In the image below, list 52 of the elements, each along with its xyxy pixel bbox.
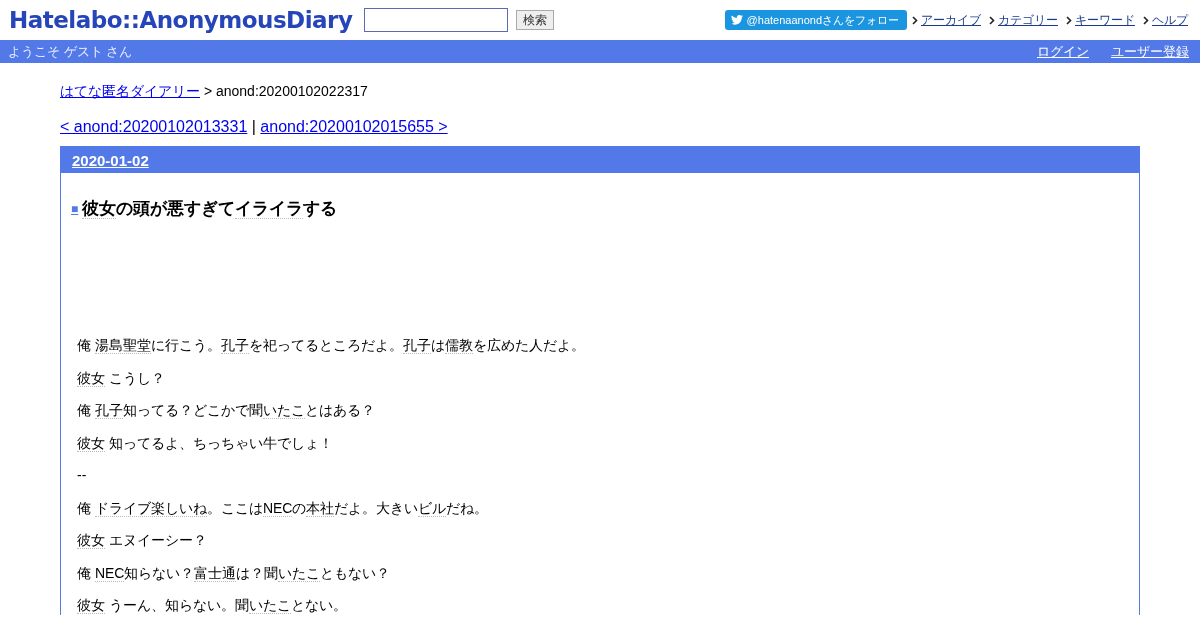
nav-link[interactable]: カテゴリー [998,11,1058,29]
keyword-link[interactable]: 富士通 [194,564,237,582]
keyword-link[interactable]: いたこ [248,597,291,614]
bird-icon [730,15,743,25]
keyword-link[interactable]: ビル [418,499,447,517]
keyword-link[interactable]: 孔子 [220,337,249,354]
dialogue-line: 俺 ドライブ楽しいね。ここはNECの本社だよ。大きい ビルだね。 [77,498,490,517]
keyword-link[interactable]: 湯島聖堂 [94,337,151,354]
dialogue-line: 彼女 知ってるよ、ちっちゃい牛でしょ！ [77,433,334,452]
keyword-link[interactable]: 彼女 [77,369,105,387]
keyword-link[interactable]: 彼女 [77,532,105,549]
previous-entry-link[interactable]: < anond:20200102013331 [60,118,248,135]
account-link[interactable]: ユーザー登録 [1111,42,1189,61]
welcome-text: ようこそ ゲスト さん [8,42,134,61]
keyword-link[interactable]: 儒教 [444,337,473,354]
nav-link[interactable]: アーカイブ [921,11,981,29]
entry-title: 彼女の頭が悪すぎてイライラする [82,198,338,220]
chevron-icon [989,15,995,25]
dialogue-line: 彼女 エヌイーシー？ [77,531,208,550]
separator: | [250,118,257,135]
keyword-link[interactable]: イライラ [235,199,304,219]
keyword-link[interactable]: NEC [94,564,125,582]
keyword-link[interactable]: 本社 [306,499,335,517]
keyword-link[interactable]: 孔子 [402,337,431,354]
dialogue-line: 俺 孔子知ってる？どこかで聞いたこ とはある？ [77,401,376,420]
chevron-icon [1143,15,1149,25]
dialogue-line: 俺 NEC知らない？富士通は？聞いたこ ともない？ [77,563,392,582]
dialogue-line: 彼女 うーん、知らない。聞いたこ とない。 [77,596,348,615]
next-entry-link[interactable]: anond:20200102015655 > [260,118,448,135]
dialogue-line: 彼女 こうし？ [77,368,166,387]
account-link[interactable]: ログイン [1037,42,1089,61]
dialogue-line: -- [77,466,88,485]
keyword-link[interactable]: 彼女 [77,434,105,452]
keyword-link[interactable]: いたこ [278,564,321,582]
keyword-link[interactable]: いたこ [262,402,305,419]
breadcrumb: はてな匿名ダイアリー > anond:20200102022317 [60,83,369,101]
search-button[interactable]: 検索 [516,10,555,30]
section-mark-link[interactable]: ■ [71,201,79,216]
nav-link[interactable]: ヘルプ [1152,11,1188,29]
site-logo[interactable]: Hatelabo::AnonymousDiary [9,7,353,33]
keyword-link[interactable]: ドライブ楽しいね [94,499,207,517]
keyword-link[interactable]: NEC [262,499,293,517]
search-field[interactable] [364,8,509,32]
nav-link[interactable]: キーワード [1075,11,1135,29]
keyword-link[interactable]: 孔子 [94,402,123,419]
chevron-icon [1066,15,1072,25]
keyword-link[interactable]: 彼女 [82,199,117,219]
chevron-icon [912,15,918,25]
breadcrumb-link[interactable]: はてな匿名ダイアリー [60,83,200,99]
date-link[interactable]: 2020-01-02 [72,151,149,169]
keyword-link[interactable]: 彼女 [77,597,105,614]
dialogue-line: 俺 湯島聖堂に行こう。孔子を祀ってるところだよ。孔子は儒教を広めた人だよ。 [77,336,586,355]
